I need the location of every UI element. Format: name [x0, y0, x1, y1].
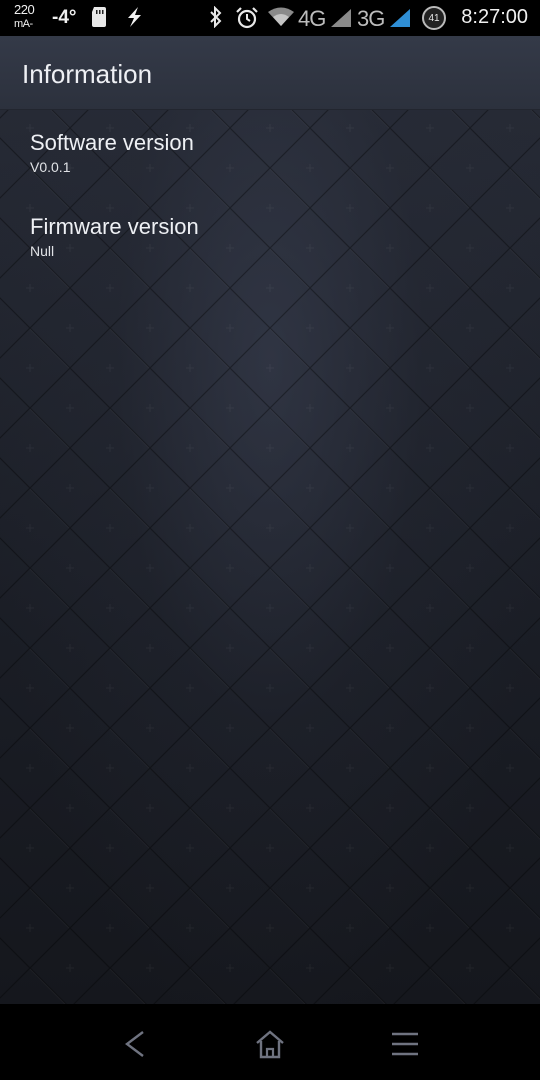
navigation-bar	[0, 1004, 540, 1080]
network-4g-label: 4G	[298, 6, 326, 31]
firmware-version-title: Firmware version	[30, 214, 199, 239]
software-version-value: V0.0.1	[30, 159, 71, 175]
wifi-icon	[268, 7, 294, 26]
menu-icon[interactable]	[385, 1024, 425, 1064]
flash-icon	[128, 7, 141, 27]
firmware-version-item[interactable]: Firmware version Null	[30, 214, 199, 260]
alarm-icon	[236, 7, 258, 29]
current-unit: mA-	[14, 18, 33, 30]
signal-3g-icon	[390, 9, 410, 27]
network-3g-label: 3G	[357, 6, 385, 31]
battery-icon: 41	[422, 6, 446, 30]
bluetooth-icon	[210, 6, 222, 28]
preferences-list: Software version V0.0.1 Firmware version…	[0, 110, 540, 1004]
firmware-version-value: Null	[30, 243, 55, 259]
screen: 220 mA- -4° 4G 3G 41 8:27:00 Information…	[0, 0, 540, 1080]
software-version-item[interactable]: Software version V0.0.1	[30, 130, 194, 176]
current-readout: 220 mA-	[14, 2, 35, 31]
current-value: 220	[14, 2, 35, 17]
sd-card-icon	[92, 7, 106, 27]
battery-level: 41	[428, 12, 440, 24]
back-icon[interactable]	[115, 1024, 155, 1064]
temperature: -4°	[52, 7, 77, 28]
signal-4g-icon	[331, 9, 351, 27]
software-version-title: Software version	[30, 130, 194, 155]
home-icon[interactable]	[250, 1024, 290, 1064]
page-title: Information	[22, 59, 153, 89]
app-bar: Information	[0, 36, 540, 110]
clock: 8:27:00	[461, 6, 528, 28]
status-bar: 220 mA- -4° 4G 3G 41 8:27:00	[0, 0, 540, 36]
